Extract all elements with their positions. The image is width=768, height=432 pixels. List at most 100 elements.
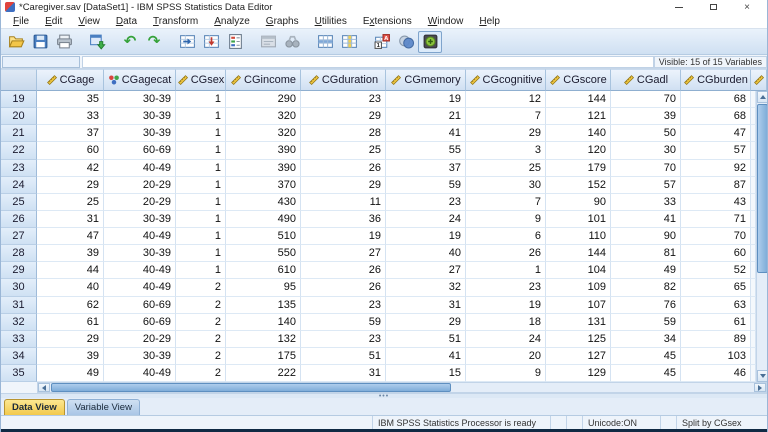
data-cell[interactable]: 20 [466,347,546,365]
data-cell[interactable]: 32 [386,279,466,297]
data-cell[interactable]: 30 [611,142,681,160]
data-cell[interactable]: 60 [37,142,104,160]
row-number-cell[interactable]: 31 [1,296,37,314]
data-cell[interactable]: 45 [611,347,681,365]
show-all-variables-button[interactable] [418,30,442,53]
cell-editor[interactable] [82,55,654,68]
data-cell[interactable]: 510 [226,228,301,246]
data-cell[interactable]: 61 [681,313,751,331]
data-cell[interactable]: 70 [611,159,681,177]
column-header-cgcognitive[interactable]: CGcognitive [466,69,546,91]
print-button[interactable] [52,31,76,53]
redo-button[interactable]: ↷ [142,31,166,53]
data-cell[interactable]: 144 [546,245,611,263]
corner-cell[interactable] [1,69,37,91]
data-cell[interactable]: 7 [466,108,546,126]
data-cell[interactable]: 49 [611,262,681,280]
data-cell[interactable]: 1 [176,210,226,228]
data-cell[interactable]: 19 [386,228,466,246]
data-cell[interactable]: 40-49 [104,279,176,297]
data-cell[interactable]: 60-69 [104,142,176,160]
data-cell[interactable]: 2 [176,279,226,297]
data-cell[interactable]: 25 [301,142,386,160]
data-cell[interactable]: 7 [466,193,546,211]
menu-item-help[interactable]: Help [471,16,508,27]
data-cell[interactable]: 61 [37,313,104,331]
menu-item-utilities[interactable]: Utilities [307,16,355,27]
insert-cases-button[interactable] [313,31,337,53]
row-number-cell[interactable]: 34 [1,347,37,365]
data-cell[interactable]: 20-29 [104,193,176,211]
data-cell[interactable]: 101 [546,210,611,228]
insert-variable-button[interactable] [337,31,361,53]
data-cell[interactable]: 26 [301,262,386,280]
value-labels-button[interactable]: A1 [370,31,394,53]
data-cell[interactable]: 35 [37,91,104,109]
data-cell[interactable]: 25 [37,193,104,211]
data-cell[interactable]: 20-29 [104,330,176,348]
data-cell[interactable]: 82 [611,279,681,297]
data-cell[interactable]: 2 [176,347,226,365]
data-cell[interactable]: 1 [176,142,226,160]
data-cell[interactable]: 65 [681,279,751,297]
data-cell[interactable]: 46 [681,365,751,383]
data-cell[interactable]: 60 [681,245,751,263]
data-cell[interactable]: 40-49 [104,159,176,177]
data-cell[interactable]: 31 [301,365,386,383]
data-cell[interactable]: 1 [176,245,226,263]
data-cell[interactable]: 81 [611,245,681,263]
data-cell[interactable]: 23 [301,296,386,314]
column-header-cgsex[interactable]: CGsex [176,69,226,91]
data-cell[interactable]: 36 [301,210,386,228]
scroll-left-arrow-icon[interactable] [38,383,50,392]
data-cell[interactable]: 23 [301,330,386,348]
data-cell[interactable]: 47 [681,125,751,143]
data-cell[interactable]: 52 [681,262,751,280]
data-cell[interactable]: 20-29 [104,176,176,194]
data-cell[interactable]: 12 [466,91,546,109]
data-cell[interactable]: 51 [301,347,386,365]
data-cell[interactable]: 49 [37,365,104,383]
undo-button[interactable]: ↶ [118,31,142,53]
data-cell[interactable]: 60-69 [104,296,176,314]
data-cell[interactable]: 68 [681,108,751,126]
data-cell[interactable]: 610 [226,262,301,280]
menu-item-transform[interactable]: Transform [145,16,206,27]
data-cell[interactable]: 76 [611,296,681,314]
data-cell[interactable]: 1 [176,159,226,177]
data-cell[interactable]: 222 [226,365,301,383]
row-number-cell[interactable]: 24 [1,176,37,194]
data-cell[interactable]: 140 [226,313,301,331]
data-cell[interactable]: 23 [466,279,546,297]
vertical-scroll-thumb[interactable] [757,104,767,273]
data-cell[interactable]: 179 [546,159,611,177]
data-cell[interactable]: 31 [386,296,466,314]
data-cell[interactable]: 103 [681,347,751,365]
data-cell[interactable]: 19 [466,296,546,314]
data-cell[interactable]: 59 [611,313,681,331]
data-cell[interactable]: 57 [611,176,681,194]
menu-item-window[interactable]: Window [420,16,472,27]
data-cell[interactable]: 23 [386,193,466,211]
column-header-cgscore[interactable]: CGscore [546,69,611,91]
data-cell[interactable]: 27 [386,262,466,280]
row-number-cell[interactable]: 27 [1,228,37,246]
data-cell[interactable]: 37 [37,125,104,143]
data-cell[interactable]: 2 [176,296,226,314]
data-cell[interactable]: 34 [611,330,681,348]
cell-reference-box[interactable] [2,55,80,68]
horizontal-scroll-thumb[interactable] [51,383,452,392]
data-cell[interactable]: 27 [301,245,386,263]
data-cell[interactable]: 23 [301,91,386,109]
data-cell[interactable]: 30 [466,176,546,194]
data-cell[interactable]: 30-39 [104,108,176,126]
menu-item-graphs[interactable]: Graphs [258,16,307,27]
column-header-cgagecat[interactable]: CGagecat [104,69,176,91]
data-cell[interactable]: 129 [546,365,611,383]
data-cell[interactable]: 144 [546,91,611,109]
row-number-cell[interactable]: 19 [1,91,37,109]
data-cell[interactable]: 42 [37,159,104,177]
data-cell[interactable]: 2 [176,330,226,348]
data-cell[interactable]: 24 [466,330,546,348]
data-cell[interactable]: 1 [176,228,226,246]
